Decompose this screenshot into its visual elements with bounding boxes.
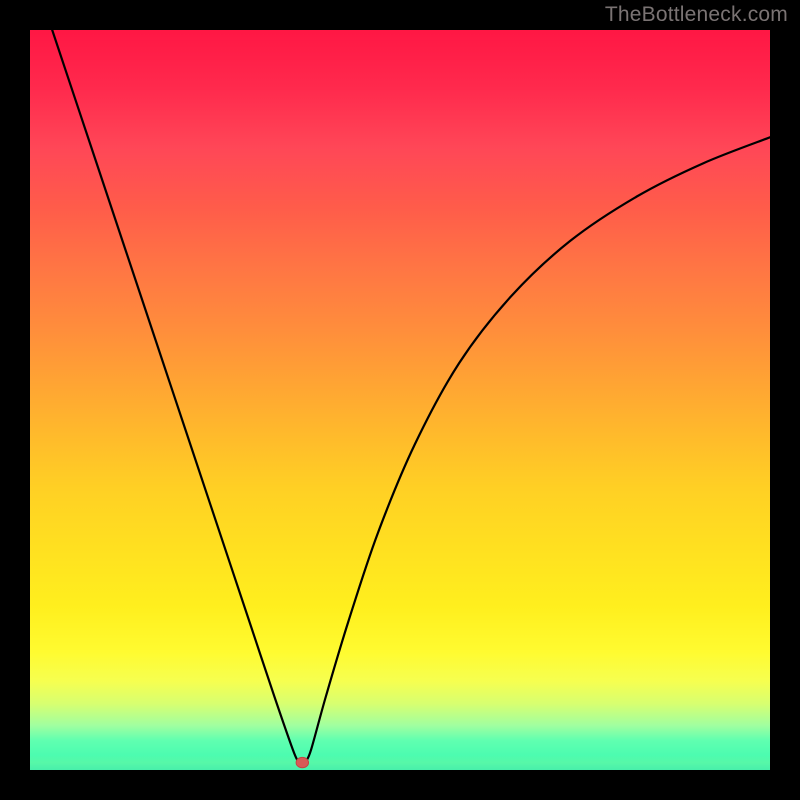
plot-area bbox=[30, 30, 770, 770]
bottleneck-curve-right bbox=[306, 137, 770, 761]
vertex-marker-icon bbox=[296, 757, 308, 767]
curve-svg bbox=[30, 30, 770, 770]
bottleneck-curve-left bbox=[52, 30, 298, 761]
chart-frame: TheBottleneck.com bbox=[0, 0, 800, 800]
watermark-text: TheBottleneck.com bbox=[605, 3, 788, 27]
